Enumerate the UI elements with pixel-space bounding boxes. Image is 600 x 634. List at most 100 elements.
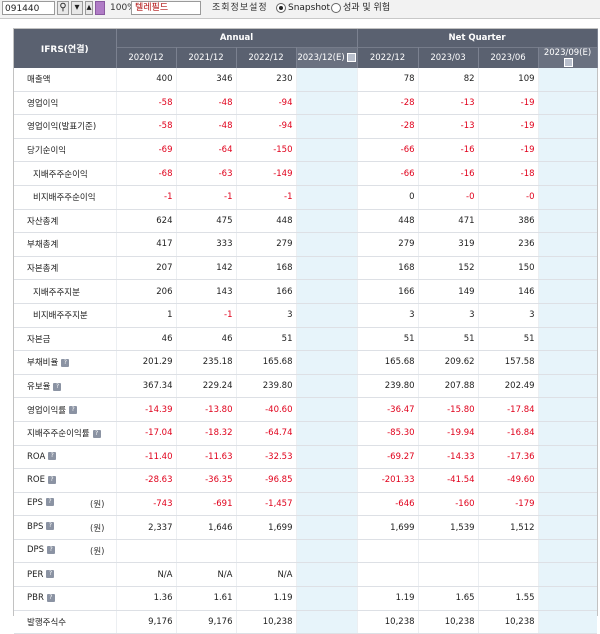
estimate-cell — [537, 374, 598, 399]
estimate-cell — [295, 68, 358, 92]
period-header: 2023/12(E) — [296, 47, 358, 68]
info-icon[interactable]: ? — [69, 406, 78, 415]
value-cell: -16 — [417, 161, 479, 186]
table-row: 당기순이익 -69 -64 -150 -66 -16 -19 — [14, 138, 598, 163]
estimate-cell — [295, 279, 358, 304]
info-icon[interactable]: ? — [46, 570, 55, 579]
value-cell: 207.88 — [417, 374, 479, 399]
value-cell: -1 — [235, 185, 296, 210]
search-icon[interactable]: ⚲ — [57, 1, 69, 15]
estimate-cell — [295, 492, 358, 517]
row-label-cell: 영업이익률? — [14, 397, 116, 422]
value-cell: -64.74 — [235, 421, 296, 446]
row-label-cell: 지배주주순이익 — [14, 161, 116, 186]
estimate-cell — [537, 397, 598, 422]
info-icon[interactable]: ? — [47, 475, 56, 484]
value-cell: 235.18 — [175, 350, 236, 375]
info-icon[interactable]: ? — [46, 593, 55, 602]
row-label-cell: 자본총계 — [14, 256, 116, 281]
row-label: 유보율 — [27, 382, 51, 393]
info-icon[interactable]: ? — [61, 358, 70, 367]
value-cell: 46 — [175, 327, 236, 352]
info-icon[interactable]: ? — [92, 429, 101, 438]
value-cell: 9,176 — [175, 610, 236, 634]
estimate-cell — [295, 232, 358, 257]
value-cell: 143 — [175, 279, 236, 304]
dropdown-icon[interactable]: ▾ — [71, 1, 83, 15]
info-icon[interactable]: ? — [48, 452, 57, 461]
unit-label: (원) — [90, 523, 105, 534]
value-cell: 209.62 — [417, 350, 479, 375]
scroll-arrow-icon[interactable]: ▴ — [85, 1, 93, 15]
row-label-cell: 지배주주순이익률? — [14, 421, 116, 446]
estimate-cell — [295, 256, 358, 281]
estimate-cell — [537, 209, 598, 234]
value-cell: -69 — [115, 138, 176, 163]
value-cell: -201.33 — [356, 468, 419, 493]
info-icon[interactable]: ? — [45, 498, 54, 507]
value-cell: -11.63 — [175, 445, 236, 470]
row-label-cell: PER? — [14, 562, 116, 588]
estimate-cell — [537, 138, 598, 163]
estimate-cell — [295, 114, 358, 139]
snapshot-radio-label[interactable]: Snapshot — [288, 1, 330, 15]
table-row: 지배주주순이익 -68 -63 -149 -66 -16 -18 — [14, 161, 598, 186]
value-cell: 165.68 — [235, 350, 296, 375]
estimate-cell — [295, 185, 358, 210]
value-cell: -16 — [417, 138, 479, 163]
table-row: DPS? (원) — [14, 539, 598, 564]
snapshot-radio[interactable] — [276, 3, 286, 13]
value-cell: 333 — [175, 232, 236, 257]
value-cell: 207 — [115, 256, 176, 281]
table-row: 지배주주지분 206 143 166 166 149 146 — [14, 279, 598, 304]
performance-radio-label[interactable]: 성과 및 위험 — [343, 1, 390, 15]
value-cell: -743 — [115, 492, 176, 517]
value-cell: 367.34 — [115, 374, 176, 399]
value-cell: 152 — [417, 256, 479, 281]
setting-label[interactable]: 조회정보설정 — [212, 1, 268, 15]
performance-radio[interactable] — [331, 3, 341, 13]
value-cell: 46 — [115, 327, 176, 352]
value-cell — [115, 539, 176, 564]
value-cell: 229.24 — [175, 374, 236, 399]
value-cell: -49.60 — [477, 468, 539, 493]
stock-code-input[interactable]: 091440 — [2, 1, 55, 15]
value-cell: 624 — [115, 209, 176, 234]
value-cell: -646 — [356, 492, 419, 517]
value-cell: -58 — [115, 91, 176, 116]
value-cell: 0 — [356, 185, 419, 210]
value-cell: 279 — [235, 232, 296, 257]
value-cell: 168 — [356, 256, 419, 281]
value-cell: 51 — [356, 327, 419, 352]
value-cell: -28 — [356, 91, 419, 116]
value-cell: 1 — [115, 303, 176, 328]
estimate-cell — [537, 515, 598, 540]
value-cell — [477, 562, 539, 588]
row-label: 당기순이익 — [27, 146, 67, 157]
value-cell: 142 — [175, 256, 236, 281]
row-label: EPS — [27, 497, 43, 508]
estimate-info-icon[interactable] — [346, 53, 356, 62]
row-label-cell: ROE? — [14, 468, 116, 493]
row-label: 비지배주주지분 — [33, 311, 88, 322]
value-cell: -18.32 — [175, 421, 236, 446]
estimate-cell — [537, 232, 598, 257]
value-cell: 201.29 — [115, 350, 176, 375]
info-icon[interactable]: ? — [47, 545, 56, 554]
estimate-cell — [537, 445, 598, 470]
value-cell: 51 — [477, 327, 539, 352]
info-icon[interactable]: ? — [53, 382, 62, 391]
value-cell: -94 — [235, 91, 296, 116]
estimate-cell — [537, 586, 598, 611]
estimate-cell — [295, 374, 358, 399]
row-label-cell: ROA? — [14, 445, 116, 470]
estimate-cell — [537, 256, 598, 281]
table-row: 매출액 400 346 230 78 82 109 — [14, 68, 598, 92]
info-icon[interactable]: ? — [46, 522, 55, 531]
period-header: 2022/12 — [236, 47, 297, 68]
value-cell — [356, 562, 419, 588]
value-cell: 1.19 — [356, 586, 419, 611]
company-name-field[interactable]: 텔레필드 — [131, 1, 201, 15]
estimate-info-icon[interactable] — [564, 58, 574, 67]
value-cell: 82 — [417, 68, 479, 92]
